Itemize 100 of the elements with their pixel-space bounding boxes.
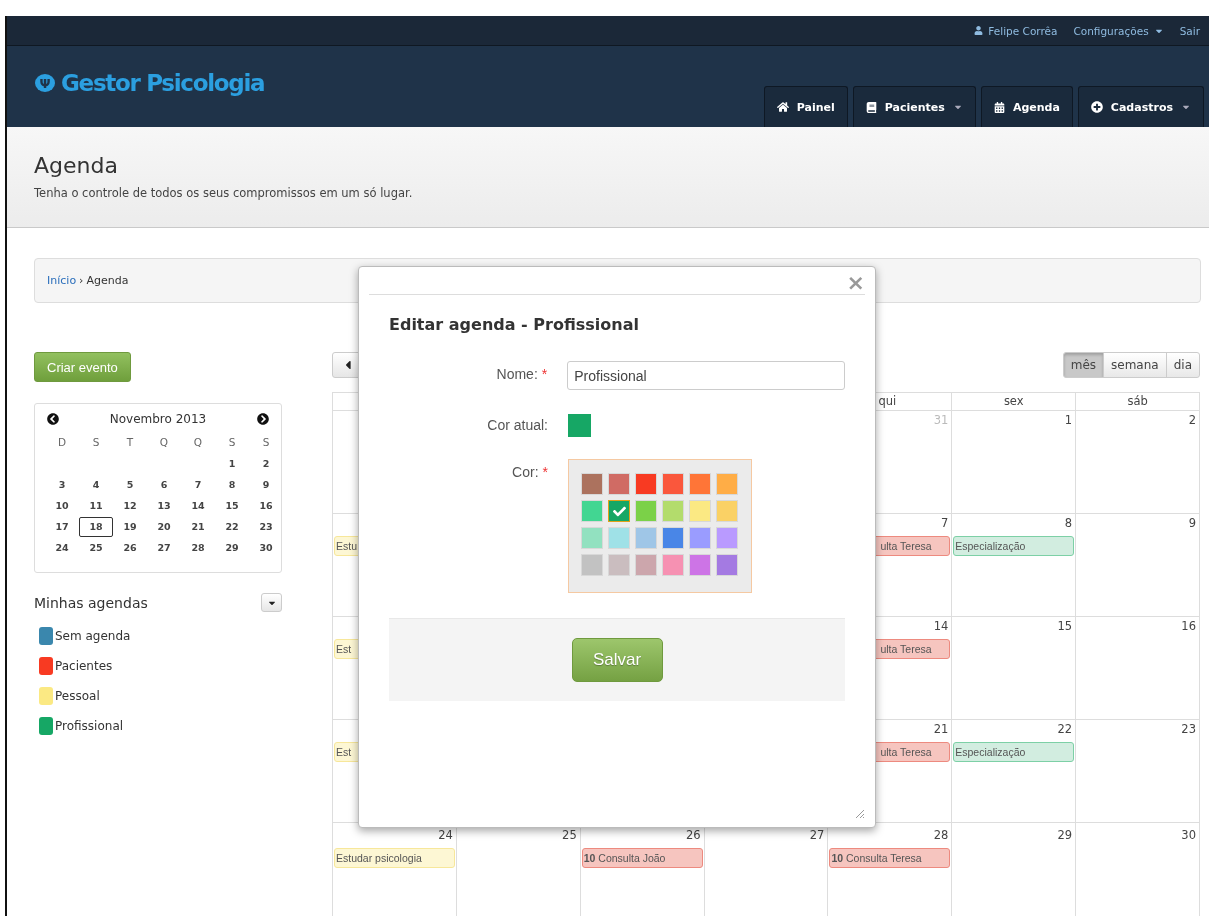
name-field[interactable]: Profissional: [567, 361, 845, 390]
color-swatch[interactable]: [716, 473, 738, 495]
color-swatch[interactable]: [635, 473, 657, 495]
color-swatch[interactable]: [608, 554, 630, 576]
weekday-header: sáb: [1127, 394, 1148, 408]
color-swatch[interactable]: [689, 473, 711, 495]
day[interactable]: 5: [113, 475, 147, 495]
event[interactable]: Estudar psicologia: [334, 848, 455, 868]
current-color-swatch: [568, 414, 591, 437]
day[interactable]: 30: [249, 538, 283, 558]
agenda-name[interactable]: Pacientes: [55, 659, 113, 673]
day-number: 9: [1188, 516, 1197, 532]
day[interactable]: 11: [79, 496, 113, 516]
day-number: 23: [1181, 722, 1197, 738]
logo[interactable]: Gestor Psicologia: [61, 70, 265, 96]
weekday-label: S: [91, 435, 101, 450]
color-swatch[interactable]: [608, 473, 630, 495]
day[interactable]: 15: [215, 496, 249, 516]
user-link[interactable]: Felipe Corrêa: [974, 24, 1058, 37]
event[interactable]: Especialização: [953, 742, 1075, 762]
day[interactable]: 21: [181, 517, 215, 537]
resize-grip-icon[interactable]: [855, 809, 865, 819]
day[interactable]: 9: [249, 475, 283, 495]
day[interactable]: 8: [215, 475, 249, 495]
calendar-icon: [993, 101, 1005, 113]
breadcrumb-link[interactable]: Início: [47, 274, 77, 287]
page-subtitle: Tenha o controle de todos os seus compromissos em um só lugar.: [34, 186, 414, 200]
day-number: 27: [809, 828, 826, 844]
day[interactable]: 2: [249, 454, 283, 474]
day[interactable]: 18: [79, 517, 113, 537]
color-swatch[interactable]: [716, 554, 738, 576]
color-swatch[interactable]: [689, 554, 711, 576]
color-swatch[interactable]: [635, 500, 657, 522]
color-swatch[interactable]: [662, 500, 684, 522]
color-swatch[interactable]: [581, 527, 603, 549]
day[interactable]: 12: [113, 496, 147, 516]
color-swatch[interactable]: [689, 527, 711, 549]
day[interactable]: 10: [45, 496, 79, 516]
view-button[interactable]: dia: [1165, 352, 1200, 378]
day-number: 8: [1064, 516, 1074, 532]
agenda-name[interactable]: Pessoal: [55, 689, 100, 703]
weekday-label: S: [227, 435, 237, 450]
day[interactable]: 27: [147, 538, 181, 558]
agenda-name[interactable]: Profissional: [55, 719, 124, 733]
day[interactable]: 26: [113, 538, 147, 558]
agendas-dropdown-button[interactable]: [261, 593, 282, 612]
day-number: 28: [933, 828, 950, 844]
day-number: 22: [1057, 722, 1074, 738]
day[interactable]: 25: [79, 538, 113, 558]
day[interactable]: 1: [215, 454, 249, 474]
color-swatch[interactable]: [662, 473, 684, 495]
weekday-label: Q: [158, 435, 170, 450]
color-swatch[interactable]: [689, 500, 711, 522]
day[interactable]: 16: [249, 496, 283, 516]
nav-button[interactable]: Cadastros: [1077, 86, 1204, 127]
day[interactable]: 22: [215, 517, 249, 537]
day-number: 26: [685, 828, 702, 844]
color-swatch[interactable]: [716, 527, 738, 549]
user-icon: [974, 26, 984, 35]
event[interactable]: 10 Consulta Teresa: [829, 848, 951, 868]
day[interactable]: 24: [45, 538, 79, 558]
previous-month-icon[interactable]: [47, 413, 59, 425]
day-number: 31: [933, 413, 950, 429]
color-swatch[interactable]: [716, 500, 738, 522]
event[interactable]: 10 Consulta João: [581, 848, 703, 868]
day-number: 29: [1057, 828, 1074, 844]
next-month-icon[interactable]: [257, 413, 269, 425]
logo-symbol: Ψ: [35, 74, 55, 92]
color-swatch[interactable]: [662, 527, 684, 549]
day[interactable]: 3: [45, 475, 79, 495]
color-swatch[interactable]: [581, 554, 603, 576]
color-swatch[interactable]: [581, 500, 603, 522]
nav-button[interactable]: Agenda: [980, 86, 1073, 127]
day[interactable]: 6: [147, 475, 181, 495]
color-swatch[interactable]: [581, 473, 603, 495]
color-swatch[interactable]: [608, 500, 630, 522]
nav-button[interactable]: Painel: [763, 86, 848, 127]
day[interactable]: 17: [45, 517, 79, 537]
current-color-label: Cor atual:: [487, 417, 548, 433]
color-swatch[interactable]: [662, 554, 684, 576]
day[interactable]: 20: [147, 517, 181, 537]
view-button[interactable]: semana: [1103, 352, 1167, 378]
day[interactable]: 4: [79, 475, 113, 495]
agenda-name[interactable]: Sem agenda: [55, 629, 131, 643]
event[interactable]: Especialização: [953, 536, 1075, 556]
nav-button[interactable]: Pacientes: [852, 86, 976, 127]
agendas-title: Minhas agendas: [34, 594, 148, 611]
view-button[interactable]: mês: [1062, 352, 1105, 378]
day[interactable]: 19: [113, 517, 147, 537]
logout-link[interactable]: Sair: [1179, 24, 1200, 37]
color-swatch[interactable]: [635, 527, 657, 549]
day[interactable]: 13: [147, 496, 181, 516]
day[interactable]: 7: [181, 475, 215, 495]
day[interactable]: 14: [181, 496, 215, 516]
color-swatch[interactable]: [608, 527, 630, 549]
color-swatch[interactable]: [635, 554, 657, 576]
day[interactable]: 28: [181, 538, 215, 558]
settings-menu[interactable]: Configurações: [1073, 24, 1164, 37]
day[interactable]: 29: [215, 538, 249, 558]
day[interactable]: 23: [249, 517, 283, 537]
